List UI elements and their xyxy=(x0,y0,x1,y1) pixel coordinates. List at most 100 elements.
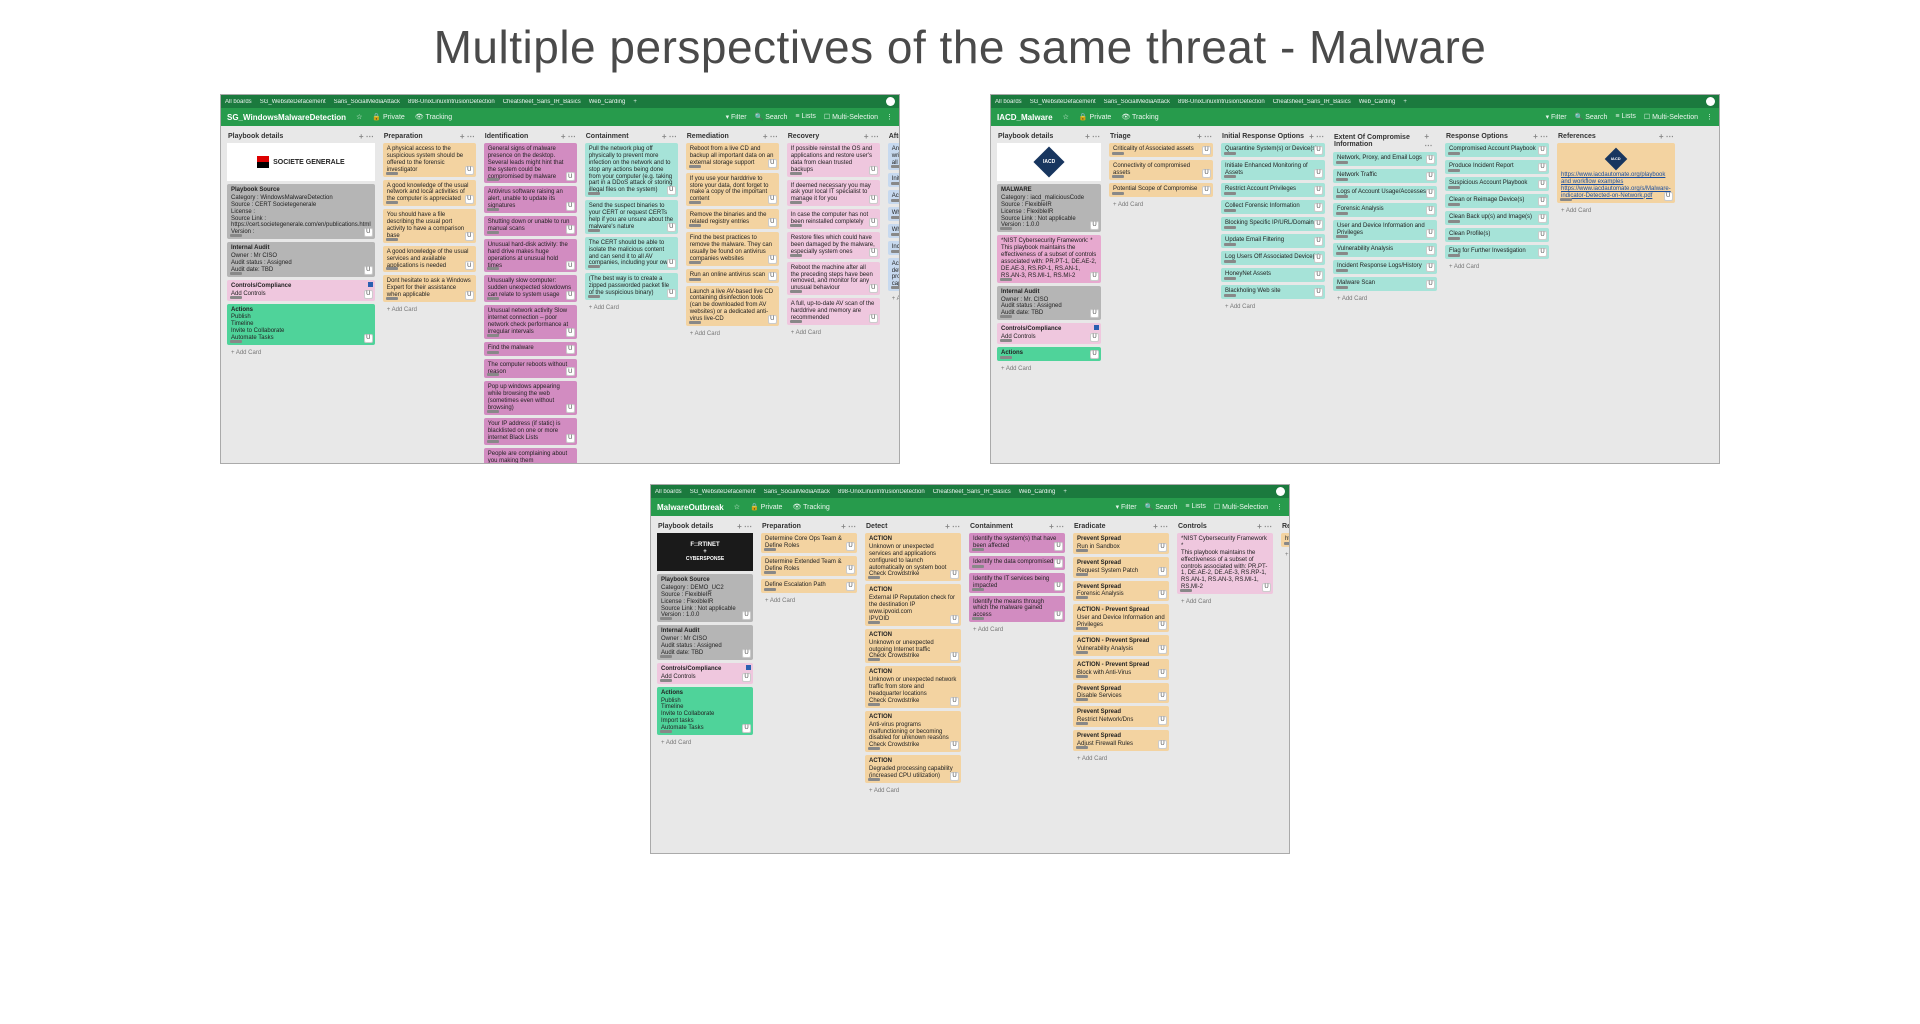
kanban-card[interactable]: Your IP address (if static) is blacklist… xyxy=(484,418,577,445)
user-badge[interactable]: U xyxy=(768,159,777,168)
kanban-card[interactable]: ACTION - Prevent SpreadBlock with Anti-V… xyxy=(1073,659,1169,680)
kanban-card[interactable]: Pop up windows appearing while browsing … xyxy=(484,381,577,415)
kanban-card[interactable]: Determine Core Ops Team & Define RolesU xyxy=(761,533,857,553)
user-badge[interactable]: U xyxy=(364,290,373,299)
kanban-card[interactable]: *NIST Cybersecurity Framework: *This pla… xyxy=(997,235,1101,282)
kanban-card[interactable]: If you use your harddrive to store your … xyxy=(686,173,779,207)
kanban-card[interactable]: General signs of malware presence on the… xyxy=(484,143,577,183)
user-badge[interactable]: U xyxy=(950,652,959,661)
kanban-card[interactable]: Prevent SpreadRun in SandboxU xyxy=(1073,533,1169,554)
column-menu-icon[interactable]: + ⋯ xyxy=(864,132,879,141)
kanban-card[interactable]: Prevent SpreadRestrict Network/DnsU xyxy=(1073,706,1169,727)
user-badge[interactable]: U xyxy=(742,673,751,682)
user-badge[interactable]: U xyxy=(1158,716,1167,725)
user-badge[interactable]: U xyxy=(1664,192,1673,201)
menu-icon[interactable]: ⋮ xyxy=(1276,503,1283,511)
kanban-card[interactable]: Internal AuditOwner : Mr. CISOAudit stat… xyxy=(997,286,1101,321)
add-card-button[interactable]: + Add Card xyxy=(1281,550,1289,560)
user-badge[interactable]: U xyxy=(1538,146,1547,155)
user-badge[interactable]: U xyxy=(1538,214,1547,223)
search-button[interactable]: 🔍 Search xyxy=(1575,113,1608,121)
user-badge[interactable]: U xyxy=(1314,146,1323,155)
user-badge[interactable]: U xyxy=(566,367,575,376)
user-badge[interactable]: U xyxy=(869,218,878,227)
breadcrumb-item[interactable]: 898-UnixLinuxIntrusionDetection xyxy=(838,489,925,495)
user-badge[interactable]: U xyxy=(1314,271,1323,280)
add-card-button[interactable]: + Add Card xyxy=(585,303,678,313)
kanban-card[interactable]: A physical access to the suspicious syst… xyxy=(383,143,476,177)
user-badge[interactable]: U xyxy=(768,272,777,281)
kanban-card[interactable]: Playbook SourceCategory : DEMO_UC2Source… xyxy=(657,574,753,622)
kanban-card[interactable]: The CERT should be able to isolate the m… xyxy=(585,237,678,271)
kanban-card[interactable]: Actions and timelinesU xyxy=(888,190,899,204)
column-menu-icon[interactable]: + ⋯ xyxy=(1085,132,1100,141)
user-badge[interactable]: U xyxy=(1426,189,1435,198)
kanban-card[interactable]: Actions to improve malware detection and… xyxy=(888,258,899,292)
user-badge[interactable]: U xyxy=(1158,669,1167,678)
tracking-tag[interactable]: 👁 Tracking xyxy=(1121,113,1158,121)
user-badge[interactable]: U xyxy=(1426,155,1435,164)
user-badge[interactable]: U xyxy=(1090,333,1099,342)
kanban-card[interactable]: HoneyNet AssetsU xyxy=(1221,268,1325,282)
breadcrumb-item[interactable]: Sans_SocialMediaAttack xyxy=(764,489,830,495)
kanban-card[interactable]: Update Email FilteringU xyxy=(1221,234,1325,248)
kanban-card[interactable]: An incident report should be written and… xyxy=(888,143,899,170)
kanban-card[interactable]: Controls/ComplianceAdd ControlsU xyxy=(227,280,375,301)
multiselect-button[interactable]: ☐ Multi-Selection xyxy=(824,113,878,121)
breadcrumb-item[interactable]: Cheatsheet_Sans_IR_Basics xyxy=(503,99,581,105)
kanban-card[interactable]: Flag for Further InvestigationU xyxy=(1445,245,1549,259)
user-badge[interactable]: U xyxy=(667,289,676,298)
user-badge[interactable]: U xyxy=(1314,169,1323,178)
user-badge[interactable]: U xyxy=(465,291,474,300)
add-card-button[interactable]: + Add Card xyxy=(383,305,476,315)
breadcrumb-item[interactable]: SG_WebsiteDefacement xyxy=(690,489,756,495)
kanban-card[interactable]: A good knowledge of the usual services a… xyxy=(383,246,476,273)
multiselect-button[interactable]: ☐ Multi-Selection xyxy=(1214,503,1268,511)
user-badge[interactable]: U xyxy=(566,328,575,337)
breadcrumb-item[interactable]: All boards xyxy=(655,489,682,495)
filter-button[interactable]: ▾ Filter xyxy=(726,113,747,121)
kanban-card[interactable]: Unusually slow computer: sudden unexpect… xyxy=(484,275,577,302)
user-badge[interactable]: U xyxy=(1158,740,1167,749)
kanban-card[interactable]: Unusual network activity Slow internet c… xyxy=(484,305,577,339)
user-avatar[interactable] xyxy=(1706,97,1715,106)
user-badge[interactable]: U xyxy=(566,404,575,413)
user-badge[interactable]: U xyxy=(846,582,855,591)
user-badge[interactable]: U xyxy=(465,232,474,241)
add-card-button[interactable]: + Add Card xyxy=(787,328,880,338)
user-badge[interactable]: U xyxy=(566,291,575,300)
user-badge[interactable]: U xyxy=(1202,146,1211,155)
column-menu-icon[interactable]: + ⋯ xyxy=(1257,522,1272,531)
kanban-card[interactable]: Shutting down or unable to run manual sc… xyxy=(484,216,577,236)
column-menu-icon[interactable]: + ⋯ xyxy=(1424,132,1436,150)
user-badge[interactable]: U xyxy=(1314,237,1323,246)
add-card-button[interactable]: + Add Card xyxy=(1557,206,1675,216)
user-badge[interactable]: U xyxy=(1090,350,1099,359)
search-button[interactable]: 🔍 Search xyxy=(1145,503,1178,511)
kanban-card[interactable]: You should have a file describing the us… xyxy=(383,209,476,243)
column-menu-icon[interactable]: + ⋯ xyxy=(1533,132,1548,141)
user-badge[interactable]: U xyxy=(1426,280,1435,289)
user-badge[interactable]: U xyxy=(768,255,777,264)
user-badge[interactable]: U xyxy=(1090,272,1099,281)
kanban-card[interactable]: Logs of Account Usage/AccessesU xyxy=(1333,186,1437,200)
kanban-card[interactable]: A good knowledge of the usual network an… xyxy=(383,180,476,207)
kanban-card[interactable]: Run an online antivirus scanU xyxy=(686,269,779,283)
lists-button[interactable]: ≡ Lists xyxy=(795,113,815,121)
user-badge[interactable]: U xyxy=(846,542,855,551)
kanban-card[interactable]: Prevent SpreadAdjust Firewall RulesU xyxy=(1073,730,1169,751)
breadcrumb-item[interactable]: + xyxy=(1063,489,1067,495)
user-badge[interactable]: U xyxy=(667,259,676,268)
kanban-card[interactable]: https://www...outbreakU xyxy=(1281,533,1289,547)
add-card-button[interactable]: + Add Card xyxy=(969,625,1065,635)
kanban-card[interactable]: Malware ScanU xyxy=(1333,277,1437,291)
user-badge[interactable]: U xyxy=(1090,309,1099,318)
search-button[interactable]: 🔍 Search xyxy=(755,113,788,121)
user-badge[interactable]: U xyxy=(1202,186,1211,195)
kanban-card[interactable]: Log Users Off Associated Device(s)U xyxy=(1221,251,1325,265)
column-menu-icon[interactable]: + ⋯ xyxy=(1309,132,1324,141)
breadcrumb-item[interactable]: Web_Carding xyxy=(1359,99,1396,105)
kanban-card[interactable]: Compromised Account PlaybookU xyxy=(1445,143,1549,157)
user-badge[interactable]: U xyxy=(1202,169,1211,178)
filter-button[interactable]: ▾ Filter xyxy=(1546,113,1567,121)
